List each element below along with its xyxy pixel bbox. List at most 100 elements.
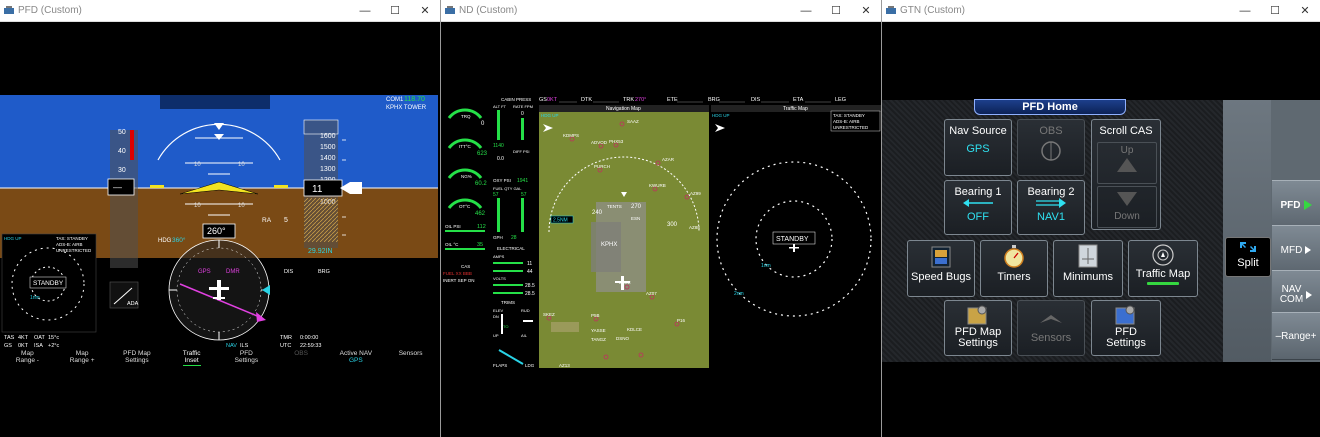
waypoint-label: DALE	[619, 280, 631, 285]
traffic-ring-outer: 2nm	[734, 291, 744, 297]
traffic-inset-hdg: HDG UP	[4, 236, 22, 241]
softkey-map-range-minus[interactable]: Map Range -	[0, 348, 55, 368]
obs-icon	[1041, 141, 1061, 161]
scroll-down-button[interactable]: Down	[1097, 186, 1157, 228]
sensors-button[interactable]: Sensors	[1017, 300, 1085, 356]
pfd-map-settings-button[interactable]: PFD Map Settings	[944, 300, 1012, 356]
sensors-icon	[1040, 315, 1062, 323]
pfd-settings-button[interactable]: PFD Settings	[1091, 300, 1161, 356]
softkey-active-nav[interactable]: Active NAV GPS	[329, 348, 384, 368]
traffic-inset-tas: TAS: STANDBY	[56, 236, 88, 241]
traffic-icon	[1152, 244, 1174, 266]
scroll-up-button[interactable]: Up	[1097, 142, 1157, 184]
speed-tick: 30	[118, 167, 126, 174]
ra-value: 5	[284, 217, 288, 224]
close-button[interactable]: ✕	[410, 4, 440, 17]
dis-label: DIS	[751, 97, 761, 103]
trk-label: TRK	[623, 97, 634, 103]
minimums-button[interactable]: Minimums	[1053, 240, 1123, 297]
com1-label: COM1	[386, 97, 404, 103]
alt-tick: 1400	[320, 155, 336, 162]
softkey-obs[interactable]: OBS	[274, 348, 329, 368]
hdg-value[interactable]: 360°	[172, 236, 186, 244]
bearing-2-button[interactable]: Bearing 2 NAV1	[1017, 180, 1085, 235]
softkey-traffic-inset[interactable]: Traffic Inset	[164, 348, 219, 368]
waypoint-label: KDMPS	[563, 133, 579, 138]
oil-psi-label: OIL PSI	[445, 224, 461, 229]
minimums-icon	[1078, 244, 1098, 268]
obs-button[interactable]: OBS	[1017, 119, 1085, 176]
ete-label: ETE	[667, 97, 678, 103]
pitch-label: 10	[238, 203, 245, 209]
nd-display: GS 0KT DTK TRK 270° ETE BRG DIS ETA LEG …	[443, 97, 881, 368]
pfd-display: COM1 118.70 KPHX TOWER 10 10 10 10 50 40…	[0, 95, 438, 349]
itt-label: ITT°C	[459, 144, 472, 149]
scroll-cas-panel: Scroll CAS Up Down	[1091, 119, 1161, 230]
waypoint-label: PHX53	[609, 139, 624, 144]
softkey-pfd-map-settings[interactable]: PFD Map Settings	[110, 348, 165, 368]
gps-label: GPS	[198, 269, 211, 275]
trim-elev-label: ELEV	[493, 308, 504, 313]
com1-frequency[interactable]: 118.70	[404, 96, 425, 103]
nav-map-hdg: HDG UP	[541, 113, 559, 118]
close-button[interactable]: ✕	[851, 4, 881, 17]
softkey-sensors[interactable]: Sensors	[383, 348, 438, 368]
maximize-button[interactable]: ☐	[821, 4, 851, 17]
waypoint-label: KDLCE	[627, 327, 642, 332]
pitch-label: 10	[194, 203, 201, 209]
traffic-ring-inner: 1nm	[761, 263, 771, 269]
waypoint-label: AZ99	[690, 191, 701, 196]
trim-rud-label: RUD	[521, 308, 530, 313]
oil-psi-value: 112	[477, 224, 486, 230]
trim-to-label: TO	[503, 324, 508, 329]
bearing-1-button[interactable]: Bearing 1 OFF	[944, 180, 1012, 235]
play-arrow-icon	[1305, 246, 1312, 254]
traffic-inset-ring: 1nm	[30, 295, 40, 301]
gtn-window: GTN (Custom) — ☐ ✕ PFD Home Nav Source G…	[881, 0, 1320, 437]
waypoint-label: ESN	[631, 216, 640, 221]
leg-label: LEG	[835, 97, 846, 103]
side-pfd-button[interactable]: PFD	[1272, 180, 1320, 230]
nd-titlebar[interactable]: ND (Custom) — ☐ ✕	[441, 0, 881, 22]
waypoint-label: TENTS	[607, 204, 622, 209]
heading-box-value: 260°	[207, 226, 226, 236]
gtn-titlebar[interactable]: GTN (Custom) — ☐ ✕	[882, 0, 1320, 22]
fuel-right: 57	[521, 192, 527, 198]
speed-bugs-button[interactable]: Speed Bugs	[907, 240, 975, 297]
minimize-button[interactable]: —	[350, 5, 380, 17]
dtk-label: DTK	[581, 97, 592, 103]
side-mfd-button[interactable]: MFD	[1272, 225, 1320, 275]
traffic-inset-adsb: ADS-B: AIRB	[56, 242, 83, 247]
maximize-button[interactable]: ☐	[380, 4, 410, 17]
traffic-map-mode: UNRESTRICTED	[833, 125, 869, 130]
minimize-button[interactable]: —	[1230, 5, 1260, 17]
traffic-map-button[interactable]: Traffic Map	[1128, 240, 1198, 297]
pfd-titlebar[interactable]: PFD (Custom) — ☐ ✕	[0, 0, 440, 22]
softkey-map-range-plus[interactable]: Map Range +	[55, 348, 110, 368]
oil-c-value: 35	[477, 242, 483, 248]
traffic-map-adsb: ADS-B: AIRB	[833, 119, 860, 124]
maximize-button[interactable]: ☐	[1260, 4, 1290, 17]
waypoint-label: P5B	[591, 313, 600, 318]
nav-source-button[interactable]: Nav Source GPS	[944, 119, 1012, 176]
waypoint-label: AZ88	[689, 225, 700, 230]
minimize-button[interactable]: —	[791, 5, 821, 17]
cabin-alt-label: ALT FT	[493, 104, 507, 109]
traffic-map-hdg: HDG UP	[712, 113, 730, 118]
map-center-label: KPHX	[601, 242, 617, 248]
waypoint-label: P16	[677, 318, 686, 323]
split-button[interactable]: Split	[1225, 237, 1271, 277]
oat-value: 15°c	[48, 335, 59, 341]
itt-value: 623	[477, 151, 488, 157]
altimeter-setting[interactable]: 29.92IN	[308, 248, 333, 255]
pfd-window-title: PFD (Custom)	[18, 5, 82, 16]
timers-button[interactable]: Timers	[980, 240, 1048, 297]
svg-text:––: ––	[113, 183, 122, 192]
speed-tick: 40	[118, 148, 126, 155]
side-range-knob[interactable]: –Range+	[1272, 312, 1320, 360]
systems-panel: CABIN PRESS ALT FT RATE FPM 0 1140 DIFF …	[493, 97, 535, 368]
close-button[interactable]: ✕	[1290, 4, 1320, 17]
softkey-pfd-settings[interactable]: PFD Settings	[219, 348, 274, 368]
cabin-diff-label: DIFF PSI	[513, 149, 529, 154]
range-label[interactable]: 2.5NM	[553, 218, 568, 224]
